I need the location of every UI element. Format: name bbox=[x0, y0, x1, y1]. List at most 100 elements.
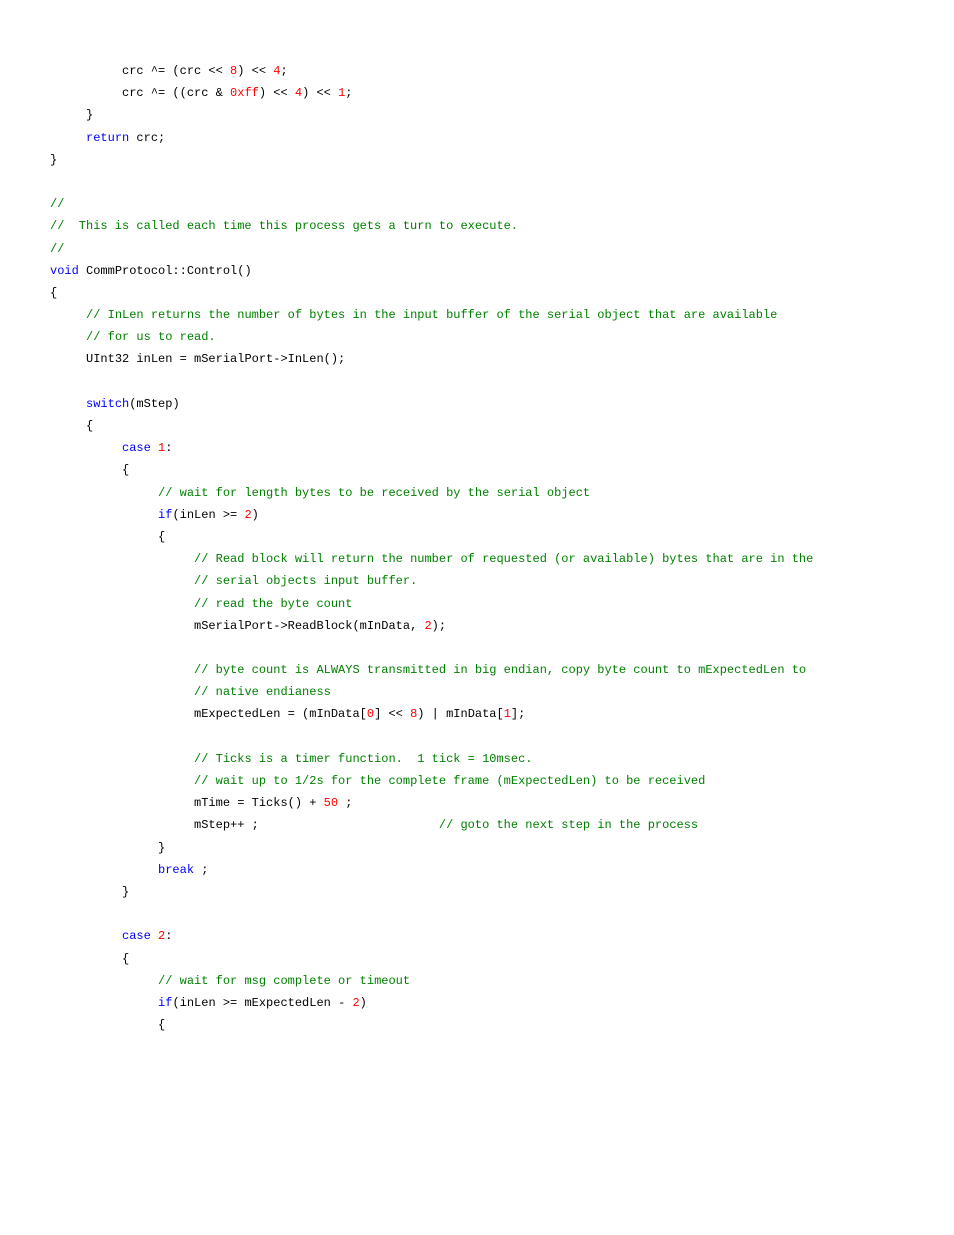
code-line: { bbox=[50, 459, 904, 481]
code-line: { bbox=[50, 1014, 904, 1036]
token-plain: : bbox=[165, 441, 172, 455]
token-plain: ); bbox=[432, 619, 446, 633]
code-line bbox=[50, 171, 904, 193]
token-plain: mSerialPort->ReadBlock(mInData, bbox=[50, 619, 424, 633]
token-plain bbox=[50, 929, 122, 943]
code-line: { bbox=[50, 948, 904, 970]
code-line: } bbox=[50, 149, 904, 171]
token-comment: // wait for msg complete or timeout bbox=[158, 974, 410, 988]
token-comment: // InLen returns the number of bytes in … bbox=[86, 308, 777, 322]
token-plain: { bbox=[50, 286, 57, 300]
token-plain: { bbox=[50, 1018, 165, 1032]
code-line: void CommProtocol::Control() bbox=[50, 260, 904, 282]
token-plain: mTime = Ticks() + bbox=[50, 796, 324, 810]
code-line: { bbox=[50, 526, 904, 548]
token-comment: // byte count is ALWAYS transmitted in b… bbox=[194, 663, 806, 677]
token-comment: // Read block will return the number of … bbox=[194, 552, 813, 566]
token-comment: // wait up to 1/2s for the complete fram… bbox=[194, 774, 705, 788]
token-comment: // for us to read. bbox=[86, 330, 216, 344]
code-line: { bbox=[50, 415, 904, 437]
token-plain: : bbox=[165, 929, 172, 943]
token-kw: switch bbox=[86, 397, 129, 411]
token-plain bbox=[151, 441, 158, 455]
code-line bbox=[50, 726, 904, 748]
token-plain: ]; bbox=[511, 707, 525, 721]
token-plain: crc ^= ((crc & bbox=[50, 86, 230, 100]
code-line: case 2: bbox=[50, 925, 904, 947]
code-line: break ; bbox=[50, 859, 904, 881]
token-plain: UInt32 inLen = mSerialPort->InLen(); bbox=[50, 352, 345, 366]
token-plain: ] << bbox=[374, 707, 410, 721]
token-plain: ) bbox=[252, 508, 259, 522]
token-plain: ) bbox=[360, 996, 367, 1010]
code-line: crc ^= (crc << 8) << 4; bbox=[50, 60, 904, 82]
token-num: 2 bbox=[424, 619, 431, 633]
code-line: crc ^= ((crc & 0xff) << 4) << 1; bbox=[50, 82, 904, 104]
token-plain bbox=[50, 441, 122, 455]
token-comment: // wait for length bytes to be received … bbox=[158, 486, 590, 500]
token-plain: crc; bbox=[129, 131, 165, 145]
token-plain: crc ^= (crc << bbox=[50, 64, 230, 78]
token-plain: { bbox=[50, 952, 129, 966]
token-comment: // This is called each time this process… bbox=[50, 219, 518, 233]
token-num: 50 bbox=[324, 796, 338, 810]
code-line: return crc; bbox=[50, 127, 904, 149]
token-plain bbox=[50, 685, 194, 699]
code-line: } bbox=[50, 837, 904, 859]
token-num: 1 bbox=[504, 707, 511, 721]
code-line: case 1: bbox=[50, 437, 904, 459]
token-plain bbox=[50, 397, 86, 411]
token-num: 0 bbox=[367, 707, 374, 721]
token-plain: (mStep) bbox=[129, 397, 179, 411]
code-line: // serial objects input buffer. bbox=[50, 570, 904, 592]
token-plain: ) | mInData[ bbox=[417, 707, 503, 721]
token-plain: ) << bbox=[259, 86, 295, 100]
token-num: 4 bbox=[295, 86, 302, 100]
code-line: // byte count is ALWAYS transmitted in b… bbox=[50, 659, 904, 681]
token-comment: // goto the next step in the process bbox=[439, 818, 698, 832]
token-plain bbox=[50, 752, 194, 766]
code-line: // bbox=[50, 238, 904, 260]
token-kw: return bbox=[86, 131, 129, 145]
token-plain: CommProtocol::Control() bbox=[79, 264, 252, 278]
code-line: mTime = Ticks() + 50 ; bbox=[50, 792, 904, 814]
code-line bbox=[50, 637, 904, 659]
token-plain: ; bbox=[345, 86, 352, 100]
code-line: } bbox=[50, 104, 904, 126]
token-comment: // bbox=[50, 197, 64, 211]
code-line: { bbox=[50, 282, 904, 304]
token-plain bbox=[50, 663, 194, 677]
token-plain bbox=[151, 929, 158, 943]
token-kw: void bbox=[50, 264, 79, 278]
token-kw: case bbox=[122, 441, 151, 455]
token-plain: } bbox=[50, 885, 129, 899]
code-line: // wait up to 1/2s for the complete fram… bbox=[50, 770, 904, 792]
code-line: UInt32 inLen = mSerialPort->InLen(); bbox=[50, 348, 904, 370]
token-plain bbox=[50, 996, 158, 1010]
token-comment: // read the byte count bbox=[194, 597, 352, 611]
code-line: if(inLen >= mExpectedLen - 2) bbox=[50, 992, 904, 1014]
code-line: switch(mStep) bbox=[50, 393, 904, 415]
token-plain: ; bbox=[338, 796, 352, 810]
code-line: mExpectedLen = (mInData[0] << 8) | mInDa… bbox=[50, 703, 904, 725]
token-plain bbox=[50, 974, 158, 988]
code-line: mStep++ ; // goto the next step in the p… bbox=[50, 814, 904, 836]
code-line: // This is called each time this process… bbox=[50, 215, 904, 237]
token-plain bbox=[50, 131, 86, 145]
token-plain: ; bbox=[280, 64, 287, 78]
token-plain: mStep++ ; bbox=[50, 818, 439, 832]
token-plain: (inLen >= mExpectedLen - bbox=[172, 996, 352, 1010]
code-line: } bbox=[50, 881, 904, 903]
code-line: // for us to read. bbox=[50, 326, 904, 348]
token-plain: } bbox=[50, 108, 93, 122]
token-plain bbox=[50, 508, 158, 522]
token-plain: ; bbox=[194, 863, 208, 877]
token-plain bbox=[50, 597, 194, 611]
token-plain: { bbox=[50, 419, 93, 433]
code-line: // wait for length bytes to be received … bbox=[50, 482, 904, 504]
token-comment: // Ticks is a timer function. 1 tick = 1… bbox=[194, 752, 532, 766]
code-line: mSerialPort->ReadBlock(mInData, 2); bbox=[50, 615, 904, 637]
code-line: // Ticks is a timer function. 1 tick = 1… bbox=[50, 748, 904, 770]
token-plain: } bbox=[50, 841, 165, 855]
code-line: // InLen returns the number of bytes in … bbox=[50, 304, 904, 326]
